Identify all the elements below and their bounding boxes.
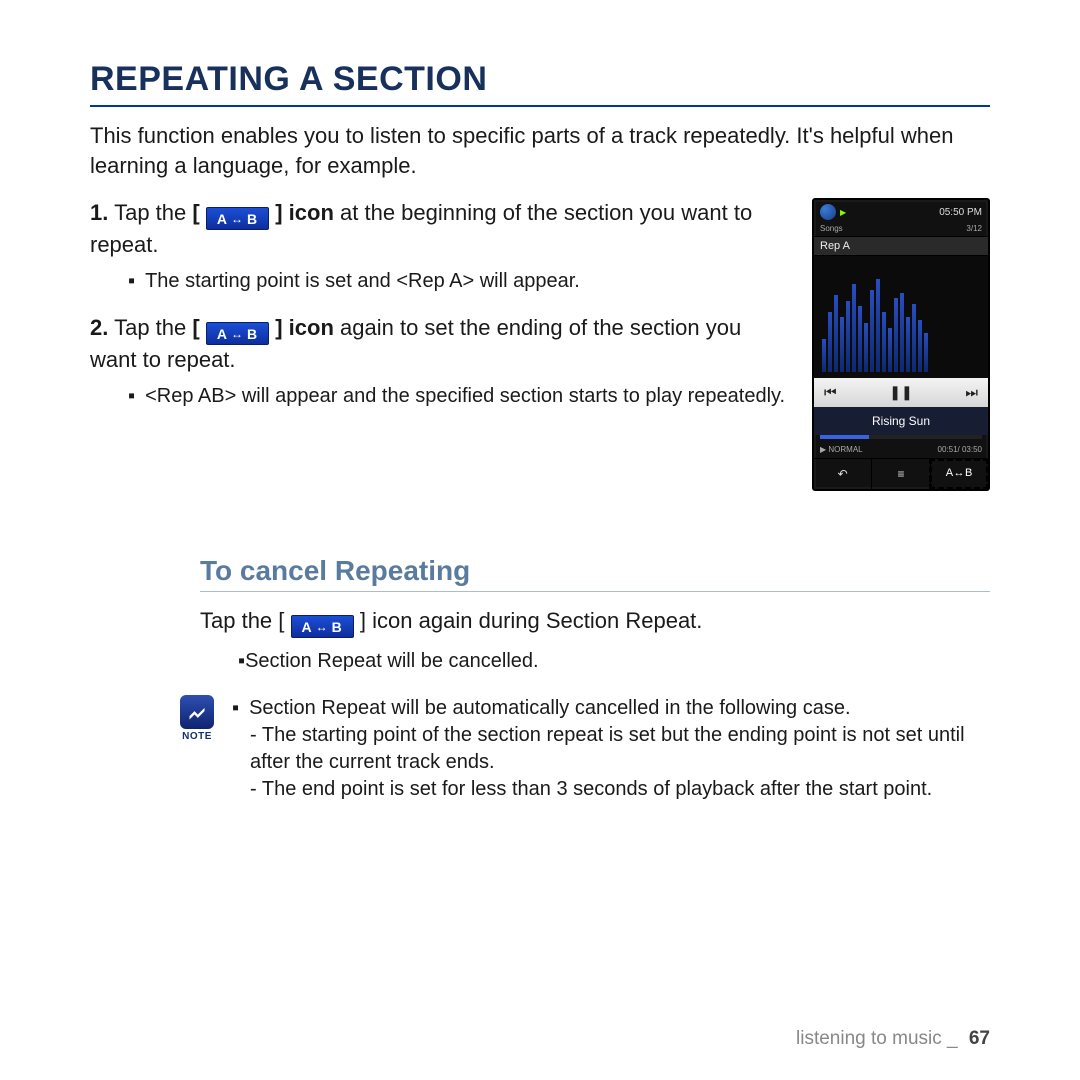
cancel-step: Tap the [ A↔B ] icon again during Sectio… xyxy=(200,606,990,638)
note-icon xyxy=(187,702,207,722)
back-icon[interactable]: ↶ xyxy=(814,459,871,489)
eq-mode: NORMAL xyxy=(828,445,862,454)
intro-text: This function enables you to listen to s… xyxy=(90,121,990,180)
bullet-icon: ▪ xyxy=(128,385,135,407)
step-2-sub: ▪<Rep AB> will appear and the specified … xyxy=(128,383,792,410)
device-track-index: 3/12 xyxy=(966,224,982,233)
page-title: REPEATING A SECTION xyxy=(90,60,990,107)
ab-repeat-icon: A↔B xyxy=(206,322,269,345)
note-dash-2: - The end point is set for less than 3 s… xyxy=(250,776,990,803)
step-2-pre: Tap the xyxy=(114,315,186,340)
note-badge: NOTE xyxy=(180,695,214,742)
cancel-sub: ▪Section Repeat will be cancelled. xyxy=(238,648,990,675)
step-1-icon-word: icon xyxy=(289,200,334,225)
app-icon xyxy=(820,204,836,220)
ab-repeat-icon: A↔B xyxy=(291,615,354,638)
step-1: 1. Tap the [ A↔B ] icon at the beginning… xyxy=(90,198,792,260)
device-menu-label: Songs xyxy=(820,224,843,233)
step-1-number: 1. xyxy=(90,200,108,225)
step-1-post: at the beginning of the section you want… xyxy=(90,200,752,257)
rep-a-indicator: Rep A xyxy=(814,236,988,256)
page-footer: listening to music _ 67 xyxy=(796,1028,990,1050)
elapsed-time: 00:51/ 03:50 xyxy=(938,445,982,454)
cancel-step-icon-word: icon xyxy=(372,608,412,633)
note-label: NOTE xyxy=(180,731,214,742)
ab-repeat-button[interactable]: A↔B xyxy=(930,459,988,489)
open-bracket: [ xyxy=(192,315,199,340)
close-bracket: ] xyxy=(360,608,366,633)
close-bracket: ] xyxy=(275,200,282,225)
bullet-icon: ▪ xyxy=(232,697,239,719)
footer-page-number: 67 xyxy=(969,1028,990,1049)
play-indicator-icon: ▶ xyxy=(840,208,846,217)
list-icon[interactable]: ≡ xyxy=(871,459,929,489)
note-dash-1: - The starting point of the section repe… xyxy=(250,722,990,776)
cancel-repeating-heading: To cancel Repeating xyxy=(200,555,990,592)
device-screenshot: ▶ 05:50 PM Songs 3/12 Rep A ⏮ ❚❚ ⏭ Rising… xyxy=(812,198,990,491)
equalizer xyxy=(814,256,988,378)
song-title: Rising Sun xyxy=(814,407,988,435)
footer-section: listening to music _ xyxy=(796,1028,958,1049)
next-track-icon[interactable]: ⏭ xyxy=(965,384,978,401)
step-2: 2. Tap the [ A↔B ] icon again to set the… xyxy=(90,313,792,375)
progress-bar[interactable] xyxy=(820,435,982,439)
ab-repeat-icon: A↔B xyxy=(206,207,269,230)
step-2-post: again to set the ending of the section y… xyxy=(90,315,741,372)
step-2-icon-word: icon xyxy=(289,315,334,340)
close-bracket: ] xyxy=(275,315,282,340)
step-1-pre: Tap the xyxy=(114,200,186,225)
open-bracket: [ xyxy=(192,200,199,225)
pause-icon[interactable]: ❚❚ xyxy=(889,384,912,401)
open-bracket: [ xyxy=(278,608,284,633)
device-clock: 05:50 PM xyxy=(939,207,982,218)
step-2-number: 2. xyxy=(90,315,108,340)
step-1-sub: ▪The starting point is set and <Rep A> w… xyxy=(128,268,792,295)
note-body: ▪Section Repeat will be automatically ca… xyxy=(232,695,990,803)
prev-track-icon[interactable]: ⏮ xyxy=(824,384,837,401)
bullet-icon: ▪ xyxy=(128,270,135,292)
